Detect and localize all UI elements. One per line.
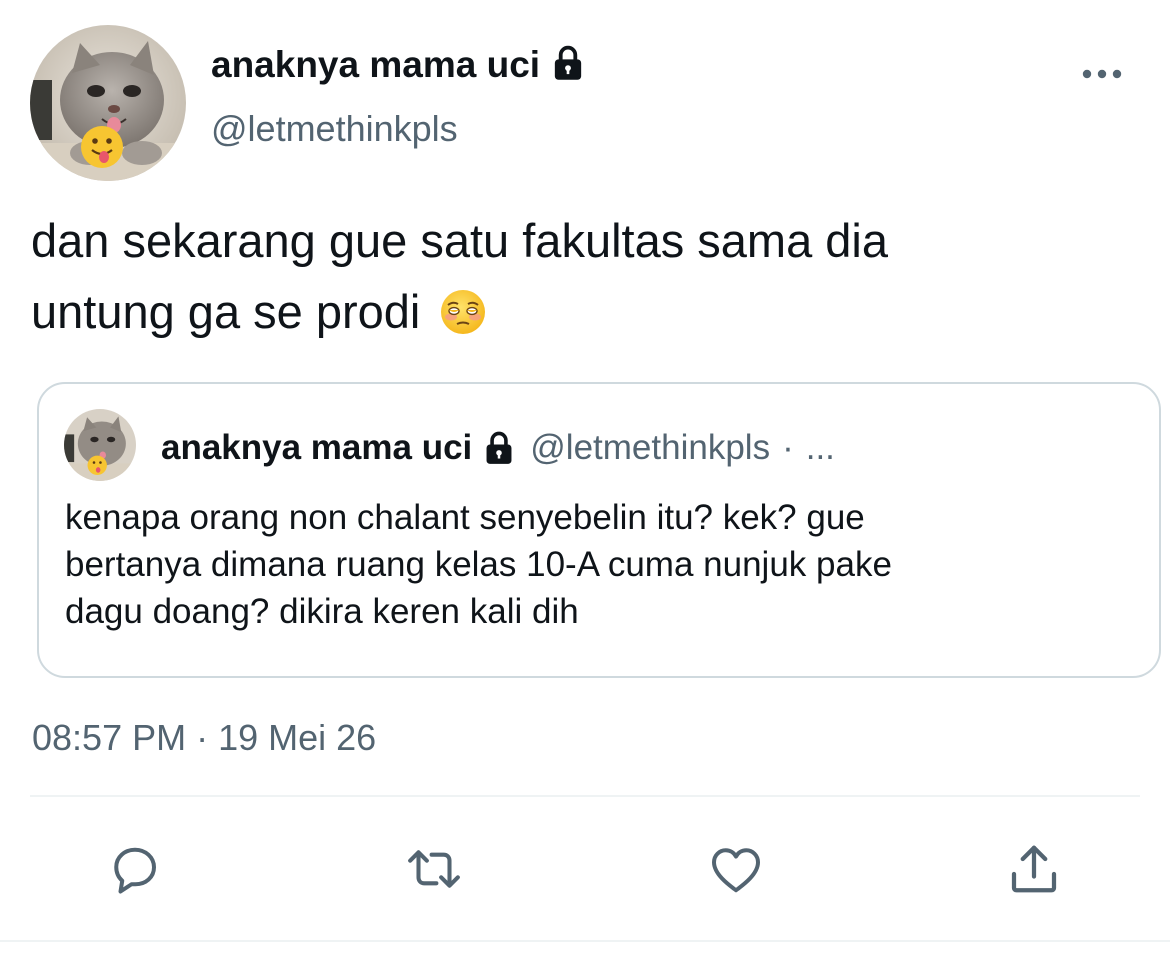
author-name-row[interactable]: anaknya mama uci [211,40,586,90]
tweet-timestamp[interactable]: 08:57 PM · 19 Mei 26 [32,717,376,759]
share-button[interactable] [1003,838,1065,900]
quoted-tweet-card[interactable]: anaknya mama uci @letmethinkpls · ... ke… [37,382,1161,678]
quoted-author-display-name: anaknya mama uci [161,428,473,467]
author-handle[interactable]: @letmethinkpls [211,108,458,150]
tweet-date[interactable]: 19 Mei 26 [218,717,376,758]
divider [30,795,1140,797]
quoted-tweet-header: anaknya mama uci @letmethinkpls · ... [161,426,835,470]
tweet-text: dan sekarang gue satu fakultas sama dia … [31,205,1131,347]
divider [0,940,1170,942]
share-icon [1011,845,1057,893]
quoted-tweet-time: ... [805,428,835,467]
lock-icon [482,430,516,466]
heart-icon [712,848,760,893]
quoted-tweet-text: kenapa orang non chalant senyebelin itu?… [65,494,1125,635]
pleading-face-emoji-icon [439,284,487,334]
quoted-header-separator: · [782,428,794,467]
reply-button[interactable] [104,838,166,900]
quoted-author-avatar [64,409,136,481]
quoted-text-line: dagu doang? dikira keren kali dih [65,592,579,631]
quoted-text-line: kenapa orang non chalant senyebelin itu?… [65,498,865,537]
reply-icon [114,847,156,894]
retweet-icon [408,850,460,888]
retweet-button[interactable] [403,838,465,900]
quoted-author-handle: @letmethinkpls [530,428,771,467]
like-button[interactable] [705,838,767,900]
quoted-text-line: bertanya dimana ruang kelas 10-A cuma nu… [65,545,892,584]
tweet-text-line: untung ga se prodi [31,285,421,338]
tweet-time[interactable]: 08:57 PM [32,717,186,758]
timestamp-separator: · [196,717,209,758]
author-avatar[interactable] [30,25,186,181]
lock-icon [550,44,586,87]
tweet-text-line-with-emoji: untung ga se prodi [31,276,1131,347]
author-display-name[interactable]: anaknya mama uci [211,44,540,86]
more-options-icon[interactable] [1074,56,1130,92]
tweet-text-line: dan sekarang gue satu fakultas sama dia [31,214,888,267]
